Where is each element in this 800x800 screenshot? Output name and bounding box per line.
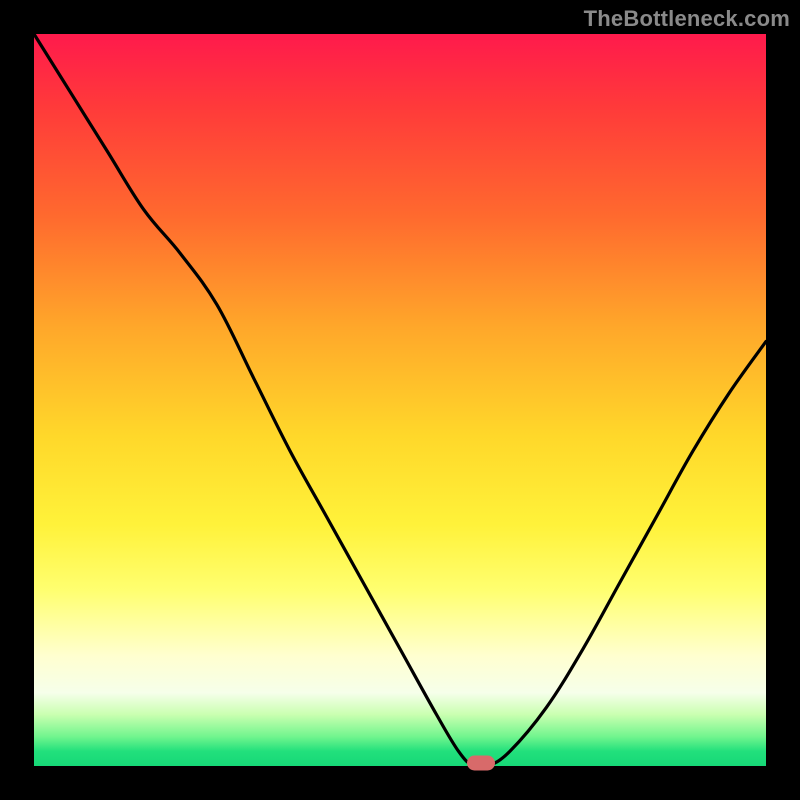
bottleneck-curve (34, 34, 766, 766)
chart-frame: TheBottleneck.com (0, 0, 800, 800)
watermark-text: TheBottleneck.com (584, 6, 790, 32)
plot-area (34, 34, 766, 766)
optimal-marker (467, 756, 495, 771)
